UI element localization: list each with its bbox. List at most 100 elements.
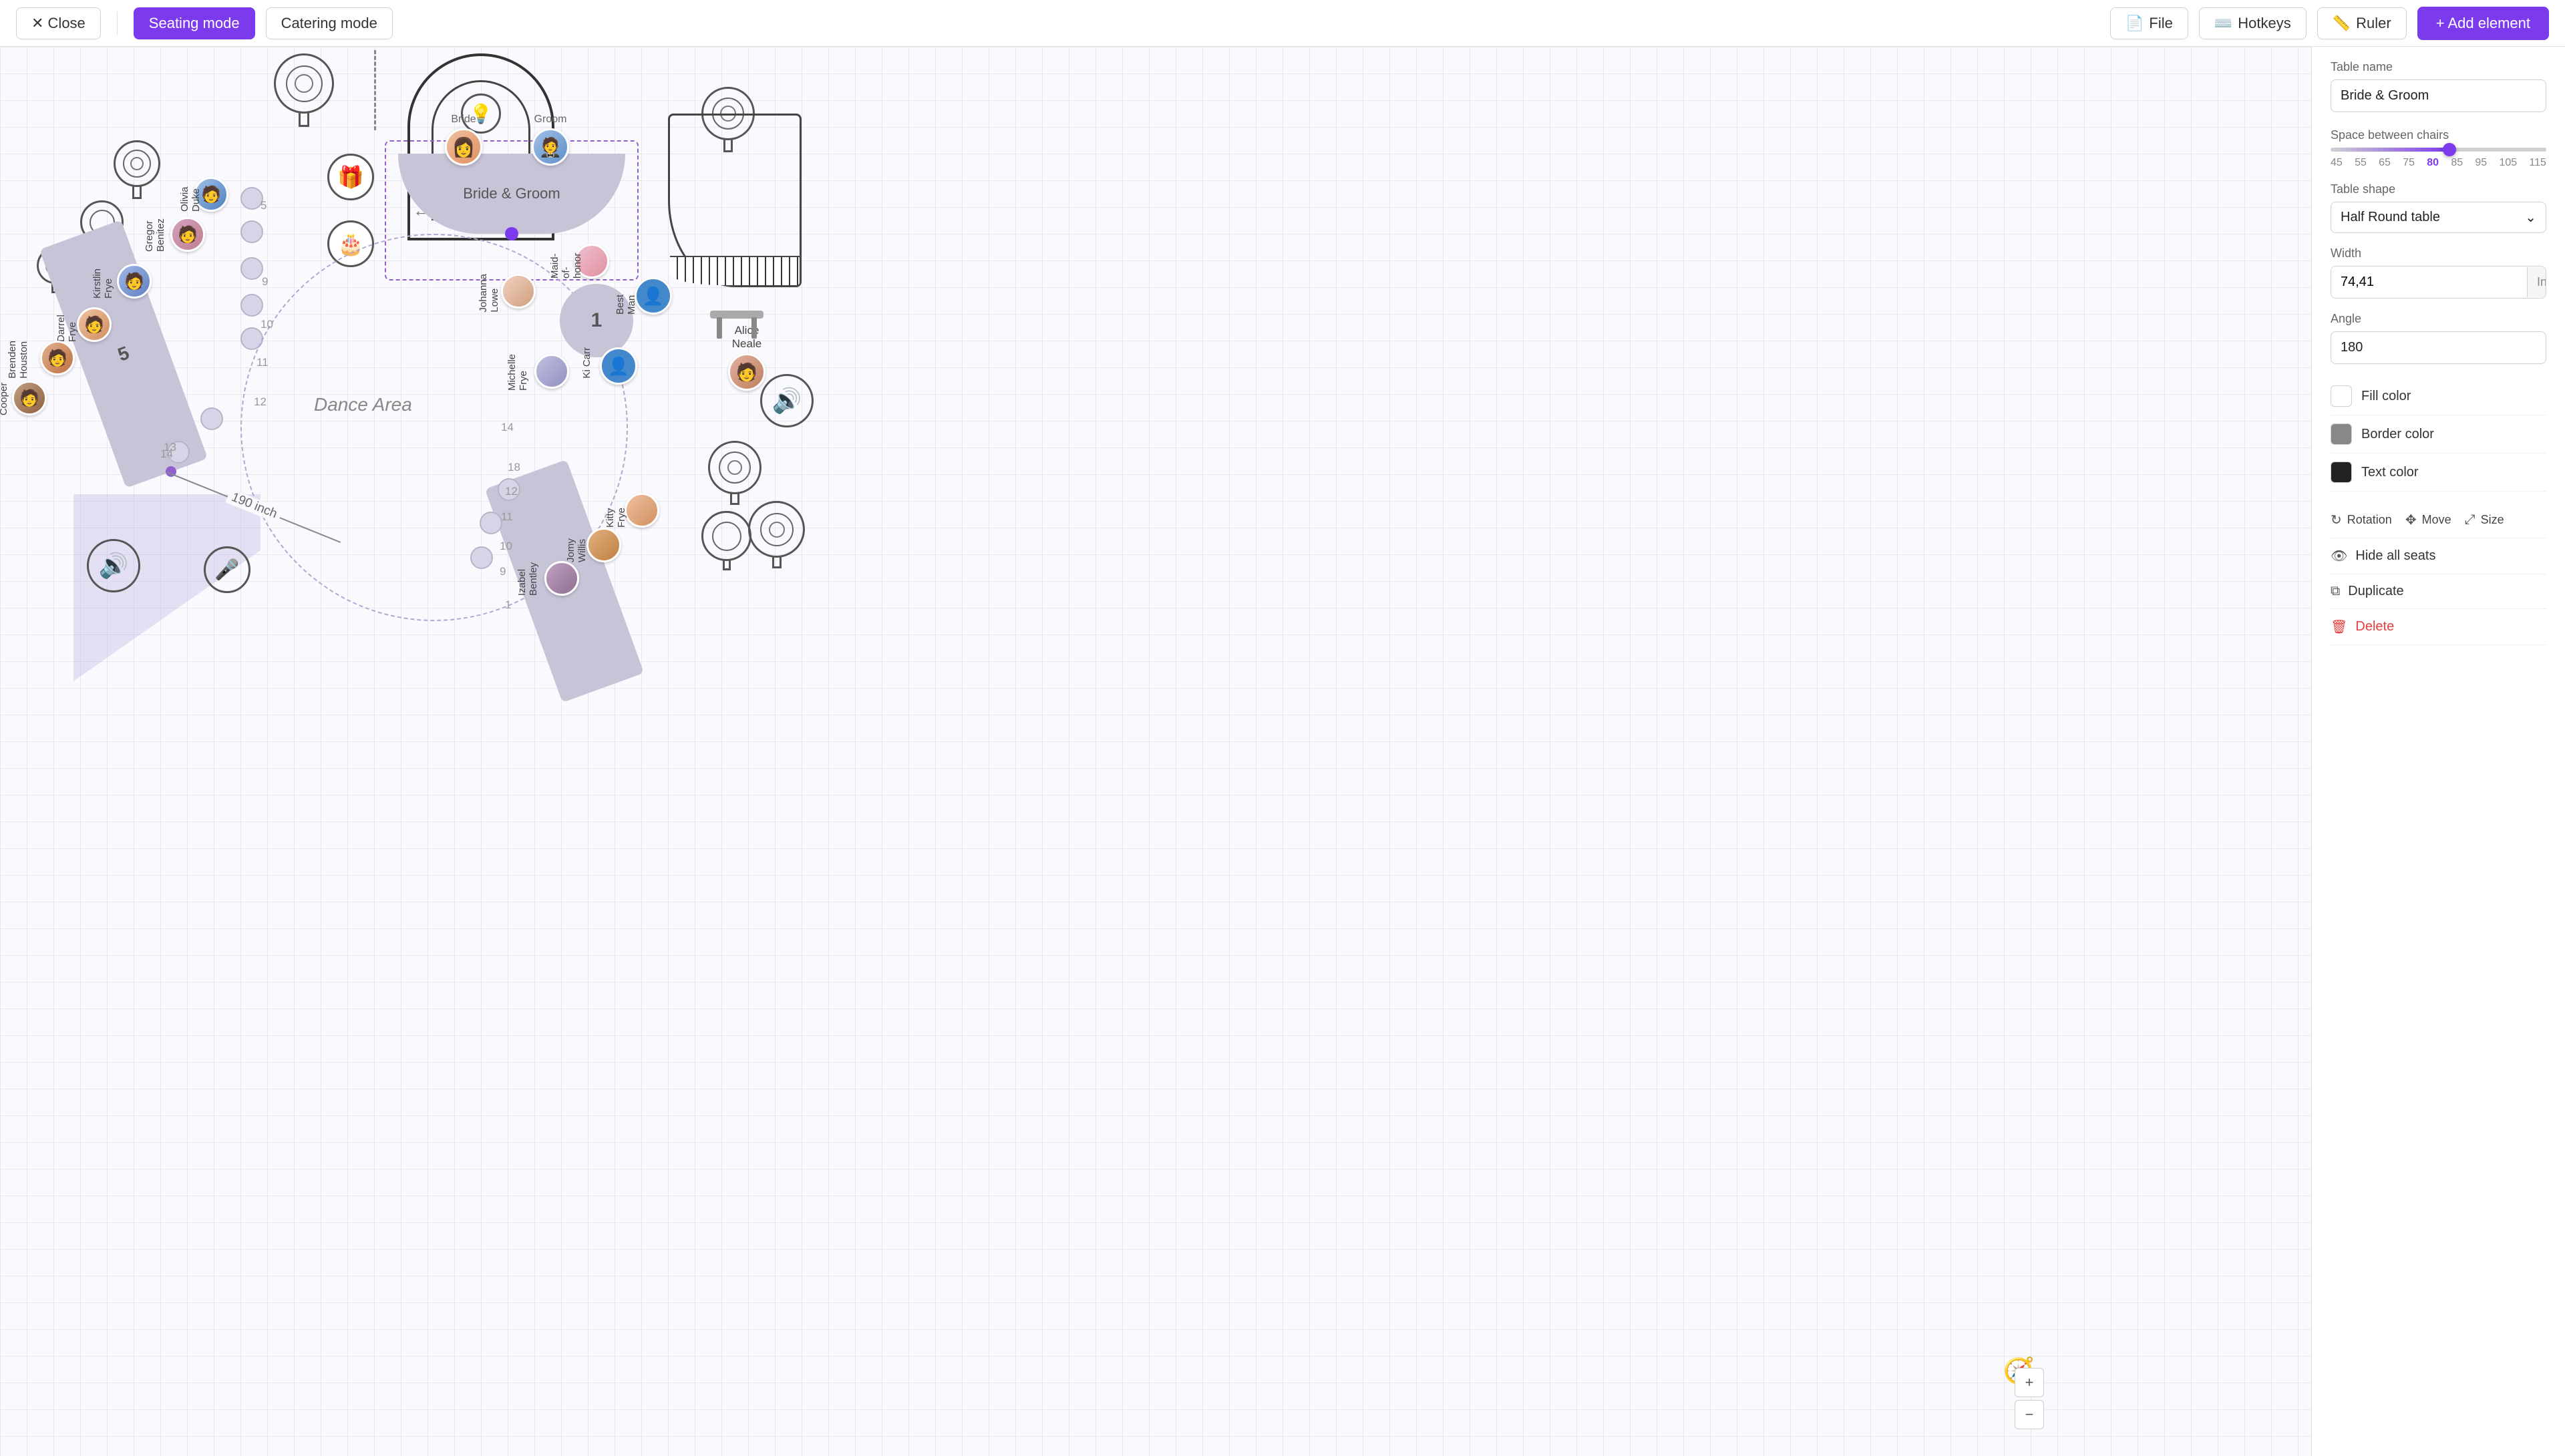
person-brenden-houston: Brenden Houston 🧑: [40, 341, 75, 375]
person-alice-neale: AliceNeale 🧑: [728, 324, 765, 391]
person-darrel-frye: Darrel Frye 🧑: [77, 307, 112, 342]
ruler-button[interactable]: 📏 Ruler: [2317, 7, 2407, 39]
chair-dot: [480, 512, 502, 534]
chair-num-11: 11: [256, 356, 269, 369]
table-shape-label: Table shape: [2331, 182, 2546, 196]
move-tool[interactable]: ✥ Move: [2405, 512, 2451, 528]
zoom-controls: + −: [2015, 1368, 2044, 1429]
rotation-icon: ↻: [2331, 512, 2342, 528]
chair-num-10: 10: [261, 318, 273, 331]
space-slider[interactable]: 45 55 65 75 80 85 95 105 115: [2331, 148, 2546, 169]
border-color-row[interactable]: Border color: [2331, 415, 2546, 453]
groom-person: Groom 🤵: [532, 114, 569, 166]
drag-handle[interactable]: [505, 227, 518, 240]
speaker-icon-2[interactable]: 🔊: [87, 539, 140, 592]
person-gregor-benitez: Gregor Benitez 🧑: [170, 217, 205, 252]
width-input-container: Inches: [2331, 266, 2546, 299]
chair-num-12b: 12: [505, 485, 518, 498]
tree-4: [274, 53, 334, 127]
chair-dot: [470, 546, 493, 569]
size-tool[interactable]: ⤢ Size: [2465, 512, 2504, 528]
dance-area-label: Dance Area: [314, 394, 412, 415]
canvas[interactable]: 💡 ← 🎁 🎂 Bride & Groom Bride 👩 Groom 🤵 5: [0, 47, 2311, 1456]
chair-num-10b: 10: [500, 540, 512, 553]
rotation-tool[interactable]: ↻ Rotation: [2331, 512, 2392, 528]
chair-num-11b: 11: [501, 510, 513, 524]
tools-row: ↻ Rotation ✥ Move ⤢ Size: [2331, 502, 2546, 538]
table-name-label: Table name: [2331, 60, 2546, 74]
person-izabel-bentley: Izabel Bentley: [544, 561, 579, 596]
trash-icon: 🗑: [2331, 618, 2347, 635]
table-shape-select[interactable]: Half Round table ⌄: [2331, 202, 2546, 233]
chair-dot: [200, 407, 223, 430]
hide-all-seats-row[interactable]: 👁 Hide all seats: [2331, 538, 2546, 574]
microphone-icon[interactable]: 🎤: [204, 546, 250, 593]
seating-mode-button[interactable]: Seating mode: [134, 7, 255, 39]
toolbar-separator-1: [117, 11, 118, 35]
delete-row[interactable]: 🗑 Delete: [2331, 609, 2546, 645]
speaker-icon-1[interactable]: 🔊: [760, 374, 814, 427]
person-jomy-willis: Jomy Willis: [586, 528, 621, 562]
text-color-row[interactable]: Text color: [2331, 453, 2546, 492]
hotkeys-button[interactable]: ⌨️ Hotkeys: [2199, 7, 2306, 39]
person-johanna-lowe: Johanna Lowe: [501, 274, 536, 309]
eye-icon: 👁: [2331, 548, 2347, 564]
tree-8: [748, 501, 805, 568]
chair-dot: [240, 187, 263, 210]
bride-person: Bride 👩: [445, 114, 482, 166]
table-name-input[interactable]: [2331, 79, 2546, 112]
text-color-swatch: [2331, 462, 2352, 483]
piano[interactable]: [668, 114, 802, 301]
slider-thumb: [2443, 143, 2456, 156]
chair-dot: [240, 220, 263, 243]
tree-7: [701, 511, 751, 570]
chevron-down-icon: ⌄: [2525, 209, 2536, 226]
slider-track: [2331, 148, 2546, 152]
gift-icon[interactable]: 🎁: [327, 154, 374, 200]
duplicate-row[interactable]: ⧉ Duplicate: [2331, 574, 2546, 609]
duplicate-icon: ⧉: [2331, 584, 2340, 599]
slider-labels: 45 55 65 75 80 85 95 105 115: [2331, 157, 2546, 169]
chair-num-14b: 14: [501, 421, 514, 434]
angle-input[interactable]: [2331, 331, 2546, 364]
fill-color-row[interactable]: Fill color: [2331, 377, 2546, 415]
chair-num-9b: 9: [500, 565, 506, 578]
chair-dot: [240, 294, 263, 317]
space-between-chairs-label: Space between chairs: [2331, 128, 2546, 142]
zoom-in-button[interactable]: +: [2015, 1368, 2044, 1397]
size-icon: ⤢: [2465, 512, 2475, 528]
bride-groom-table[interactable]: Bride & Groom Bride 👩 Groom 🤵: [398, 154, 625, 234]
hotkeys-icon: ⌨️: [2214, 15, 2232, 32]
catering-mode-button[interactable]: Catering mode: [266, 7, 393, 39]
chair-num-1b: 1: [505, 598, 511, 612]
chair-num-5: 5: [261, 199, 267, 212]
chair-num-18: 18: [508, 461, 520, 474]
move-icon: ✥: [2405, 512, 2417, 528]
chair-dot: [240, 257, 263, 280]
add-element-button[interactable]: + Add element: [2417, 7, 2549, 40]
file-icon: 📄: [2125, 15, 2144, 32]
width-label: Width: [2331, 246, 2546, 260]
person-michelle-frye: Michelle Frye: [534, 354, 569, 389]
person-kirstlin-frye: Kirstlin Frye 🧑: [117, 264, 152, 299]
zoom-out-button[interactable]: −: [2015, 1400, 2044, 1429]
toolbar: ✕ Close Seating mode Catering mode 📄 Fil…: [0, 0, 2565, 47]
colors-section: Fill color Border color Text color: [2331, 377, 2546, 492]
border-color-swatch: [2331, 423, 2352, 445]
person-ronan-cooper: Ronan Cooper 🧑: [12, 381, 47, 415]
fill-color-swatch: [2331, 385, 2352, 407]
chair-num-12: 12: [254, 395, 267, 409]
person-kitty-frye: Kitty Frye: [625, 493, 659, 528]
measurement-line-v: [374, 50, 376, 130]
close-button[interactable]: ✕ Close: [16, 7, 101, 39]
person-olivia-duke: Olivia Duke 🧑: [194, 177, 228, 212]
chair-num-14: 14: [160, 447, 173, 461]
angle-label: Angle: [2331, 312, 2546, 326]
file-button[interactable]: 📄 File: [2110, 7, 2188, 39]
person-best-man: Best Man 👤: [635, 277, 672, 315]
width-unit: Inches: [2527, 267, 2546, 297]
ruler-icon: 📏: [2333, 15, 2351, 32]
person-ki-carr: Ki Carr 👤: [600, 347, 637, 385]
person-maid-of-honor: Maid-of-honor: [574, 244, 609, 279]
width-input[interactable]: [2331, 266, 2527, 298]
